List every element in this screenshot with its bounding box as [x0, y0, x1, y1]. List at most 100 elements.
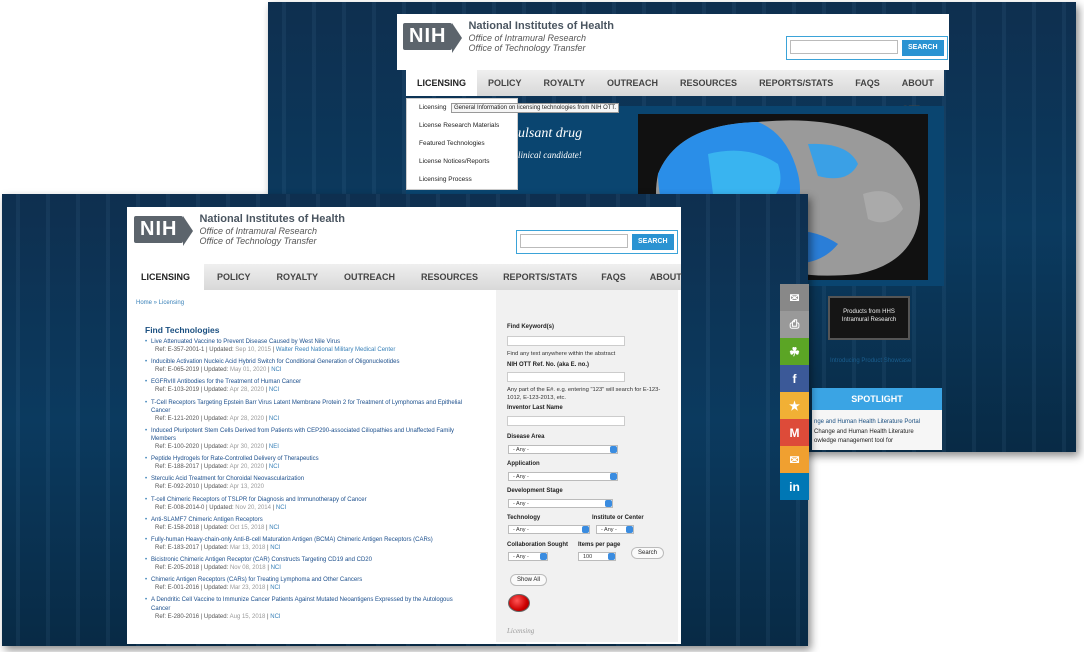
institute-link[interactable]: Walter Reed National Military Medical Ce…: [276, 347, 396, 353]
nav-faqs[interactable]: FAQS: [844, 70, 891, 96]
nav-resources[interactable]: RESOURCES: [669, 70, 748, 96]
technology-meta: Ref: E-280-2016 | Updated: Aug 15, 2018 …: [155, 613, 281, 620]
breadcrumb[interactable]: Home » Licensing: [136, 300, 184, 306]
institute-link[interactable]: NCI: [269, 387, 279, 393]
institute-link[interactable]: NCI: [270, 545, 280, 551]
nav-reports[interactable]: REPORTS/STATS: [491, 264, 589, 290]
front-search-box: SEARCH: [516, 230, 678, 254]
stage-select[interactable]: - Any -: [508, 499, 613, 508]
institute-link[interactable]: NCI: [270, 585, 280, 591]
menu-item-licensing-process[interactable]: Licensing Process: [407, 171, 517, 189]
list-item: Live Attenuated Vaccine to Prevent Disea…: [145, 338, 465, 354]
technology-link[interactable]: T-Cell Receptors Targeting Epstein Barr …: [151, 399, 465, 415]
technology-link[interactable]: Induced Pluripotent Stem Cells Derived f…: [151, 427, 465, 443]
technology-link[interactable]: Chimeric Antigen Receptors (CARs) for Tr…: [151, 576, 465, 584]
facebook-icon[interactable]: f: [780, 365, 809, 392]
nav-licensing[interactable]: LICENSING: [127, 264, 205, 290]
mail-icon[interactable]: ✉: [780, 446, 809, 473]
technology-meta: Ref: E-357-2001-1 | Updated: Sep 10, 201…: [155, 347, 396, 354]
items-select[interactable]: 100: [578, 552, 616, 561]
spotlight-link[interactable]: nge and Human Health Literature Portal: [814, 418, 940, 428]
back-search-button[interactable]: SEARCH: [902, 40, 944, 56]
technology-link[interactable]: Anti-SLAMF7 Chimeric Antigen Receptors: [151, 516, 465, 524]
favorite-icon[interactable]: ★: [780, 392, 809, 419]
institute-link[interactable]: NCI: [276, 505, 286, 511]
ref-updated: Ref: E-103-2019 | Updated:: [155, 387, 229, 394]
institute-link[interactable]: NCI: [271, 367, 281, 373]
nav-policy[interactable]: POLICY: [204, 264, 264, 290]
nav-about[interactable]: ABOUT OTT: [638, 264, 694, 308]
institute-link[interactable]: NCI: [269, 525, 279, 531]
search-filter-button[interactable]: Search: [631, 547, 665, 559]
nav-licensing[interactable]: LICENSING: [406, 70, 478, 96]
technology-link[interactable]: Fully-human Heavy-chain-only Anti-B-cell…: [151, 536, 465, 544]
ref-updated: Ref: E-188-2017 | Updated:: [155, 464, 229, 471]
updated-date: Sep 10, 2015: [235, 347, 271, 354]
institute-select[interactable]: - Any -: [596, 525, 634, 534]
back-nih-logo[interactable]: NIH National Institutes of Health Office…: [403, 20, 614, 54]
keyword-label: Find Keyword(s): [507, 324, 555, 330]
ref-updated: Ref: E-357-2001-1 | Updated:: [155, 347, 234, 354]
institute-link[interactable]: NEI: [269, 444, 279, 450]
list-item: Peptide Hydrogels for Rate-Controlled De…: [145, 455, 465, 471]
keyword-input[interactable]: [507, 336, 625, 346]
nav-royalty[interactable]: ROYALTY: [533, 70, 597, 96]
gmail-icon[interactable]: M: [780, 419, 809, 446]
ref-updated: Ref: E-008-2014-0 | Updated:: [155, 504, 234, 511]
show-all-button[interactable]: Show All: [510, 574, 548, 586]
collab-label: Collaboration Sought: [507, 542, 568, 548]
front-search-input[interactable]: [520, 234, 628, 248]
back-main-nav: LICENSING POLICY ROYALTY OUTREACH RESOUR…: [406, 70, 945, 114]
back-search-input[interactable]: [790, 40, 898, 54]
red-button-icon[interactable]: [508, 594, 530, 612]
front-main-nav: LICENSING POLICY ROYALTY OUTREACH RESOUR…: [127, 264, 682, 308]
print-icon[interactable]: ⎙: [780, 311, 809, 338]
nav-resources[interactable]: RESOURCES: [408, 264, 491, 290]
technology-link[interactable]: Sterculic Acid Treatment for Choroidal N…: [151, 475, 465, 483]
items-label: Items per page: [578, 542, 621, 548]
product-showcase-image[interactable]: Products from HHS Intramural Research: [828, 296, 910, 340]
updated-date: Nov 20, 2014: [235, 504, 271, 511]
nav-outreach[interactable]: OUTREACH: [596, 70, 669, 96]
front-search-button[interactable]: SEARCH: [632, 234, 674, 250]
linkedin-icon[interactable]: in: [780, 473, 809, 500]
technology-link[interactable]: Inducible Activation Nucleic Acid Hybrid…: [151, 358, 465, 366]
nav-royalty[interactable]: ROYALTY: [264, 264, 332, 290]
institute-link[interactable]: NCI: [269, 416, 279, 422]
refno-input[interactable]: [507, 372, 625, 382]
nav-policy[interactable]: POLICY: [477, 70, 533, 96]
menu-item-license-research-materials[interactable]: License Research Materials: [407, 117, 517, 135]
nav-outreach[interactable]: OUTREACH: [331, 264, 408, 290]
back-search-box: SEARCH: [786, 36, 948, 60]
nav-about[interactable]: ABOUT OTT: [891, 70, 945, 114]
technology-select[interactable]: - Any -: [508, 525, 590, 534]
email-icon[interactable]: ✉: [780, 284, 809, 311]
inventor-input[interactable]: [507, 416, 625, 426]
nav-faqs[interactable]: FAQS: [589, 264, 638, 290]
application-select[interactable]: - Any -: [508, 472, 618, 481]
technology-link[interactable]: Bicistronic Chimeric Antigen Receptor (C…: [151, 556, 465, 564]
technology-link[interactable]: Live Attenuated Vaccine to Prevent Disea…: [151, 338, 465, 346]
technology-link[interactable]: T-cell Chimeric Receptors of TSLPR for D…: [151, 496, 465, 504]
list-item: Bicistronic Chimeric Antigen Receptor (C…: [145, 556, 465, 572]
technology-link[interactable]: EGFRvIII Antibodies for the Treatment of…: [151, 378, 465, 386]
disease-select[interactable]: - Any -: [508, 445, 618, 454]
product-showcase-caption[interactable]: Introducing Product Showcase: [830, 358, 911, 364]
collab-select[interactable]: - Any -: [508, 552, 548, 561]
menu-item-license-notices-reports[interactable]: License Notices/Reports: [407, 153, 517, 171]
institute-link[interactable]: NCI: [269, 464, 279, 470]
hero-headline: ulsant drug: [518, 126, 583, 141]
ref-updated: Ref: E-092-2010 | Updated:: [155, 484, 229, 491]
menu-item-featured-technologies[interactable]: Featured Technologies: [407, 135, 517, 153]
institute-link[interactable]: NCI: [270, 614, 280, 620]
spotlight-header: SPOTLIGHT: [812, 388, 942, 410]
list-item: Chimeric Antigen Receptors (CARs) for Tr…: [145, 576, 465, 592]
front-nih-logo[interactable]: NIH National Institutes of Health Office…: [134, 213, 345, 247]
evernote-icon[interactable]: ☘: [780, 338, 809, 365]
institute-link[interactable]: NCI: [271, 565, 281, 571]
technology-link[interactable]: Peptide Hydrogels for Rate-Controlled De…: [151, 455, 465, 463]
technology-link[interactable]: A Dendritic Cell Vaccine to Immunize Can…: [151, 596, 465, 612]
updated-date: Oct 15, 2018: [229, 524, 265, 531]
nav-reports[interactable]: REPORTS/STATS: [748, 70, 844, 96]
technology-meta: Ref: E-188-2017 | Updated: Apr 20, 2020 …: [155, 464, 280, 471]
